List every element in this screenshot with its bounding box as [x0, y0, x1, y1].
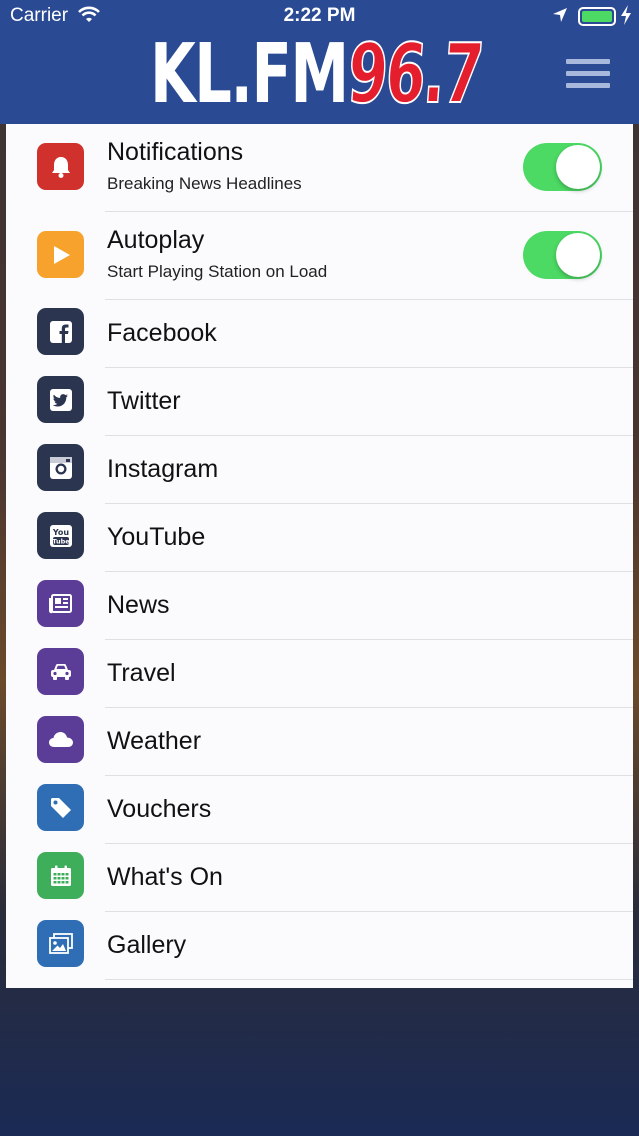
autoplay-subtitle: Start Playing Station on Load: [107, 262, 328, 281]
menu-item-label: Vouchers: [107, 795, 212, 823]
youtube-icon: You Tube: [37, 512, 84, 559]
menu-item-label: Weather: [107, 727, 202, 755]
facebook-icon: [37, 308, 84, 355]
menu-item-travel[interactable]: Travel: [6, 640, 633, 708]
hamburger-menu-icon[interactable]: [566, 59, 610, 89]
menu-item-gallery[interactable]: Gallery: [6, 912, 633, 980]
menu-item-label: Facebook: [107, 319, 217, 347]
logo-text: KL.FM: [150, 27, 349, 122]
notifications-label: Notifications: [107, 138, 244, 166]
menu-item-label: What's On: [107, 863, 223, 891]
menu-item-youtube[interactable]: You Tube YouTube: [6, 504, 633, 572]
tag-icon: [37, 784, 84, 831]
notifications-toggle[interactable]: [523, 143, 602, 191]
menu-item-facebook[interactable]: Facebook: [6, 300, 633, 368]
autoplay-toggle[interactable]: [523, 231, 602, 279]
menu-item-twitter[interactable]: Twitter: [6, 368, 633, 436]
menu-item-label: Gallery: [107, 931, 187, 959]
menu-item-label: YouTube: [107, 523, 206, 551]
cloud-icon: [37, 716, 84, 763]
logo-number: 96.7: [344, 26, 486, 123]
twitter-icon: [37, 376, 84, 423]
menu-item-news[interactable]: News: [6, 572, 633, 640]
menu-item-vouchers[interactable]: Vouchers: [6, 776, 633, 844]
station-logo: KL.FM 96.7: [150, 26, 535, 123]
settings-panel: Notifications Breaking News Headlines Au…: [6, 124, 633, 988]
calendar-icon: [37, 852, 84, 899]
play-icon: [37, 231, 84, 278]
notifications-subtitle: Breaking News Headlines: [107, 174, 302, 193]
location-arrow-icon: [552, 7, 568, 29]
menu-item-weather[interactable]: Weather: [6, 708, 633, 776]
menu-item-whats-on[interactable]: What's On: [6, 844, 633, 912]
notifications-row[interactable]: Notifications Breaking News Headlines: [6, 124, 633, 212]
battery-icon: [578, 7, 616, 26]
gallery-icon: [37, 920, 84, 967]
menu-item-label: Instagram: [107, 455, 219, 483]
menu-item-label: Twitter: [107, 387, 181, 415]
autoplay-label: Autoplay: [107, 226, 205, 254]
menu-item-label: Travel: [107, 659, 176, 687]
menu-item-label: News: [107, 591, 170, 619]
car-icon: [37, 648, 84, 695]
svg-text:You: You: [51, 528, 69, 537]
app-header: Carrier 2:22 PM KL.FM 96.7: [0, 0, 639, 124]
instagram-icon: [37, 444, 84, 491]
autoplay-row[interactable]: Autoplay Start Playing Station on Load: [6, 212, 633, 300]
bell-icon: [37, 143, 84, 190]
svg-text:Tube: Tube: [52, 537, 70, 545]
status-time: 2:22 PM: [283, 5, 356, 26]
newspaper-icon: [37, 580, 84, 627]
charging-bolt-icon: [620, 5, 632, 30]
menu-item-instagram[interactable]: Instagram: [6, 436, 633, 504]
